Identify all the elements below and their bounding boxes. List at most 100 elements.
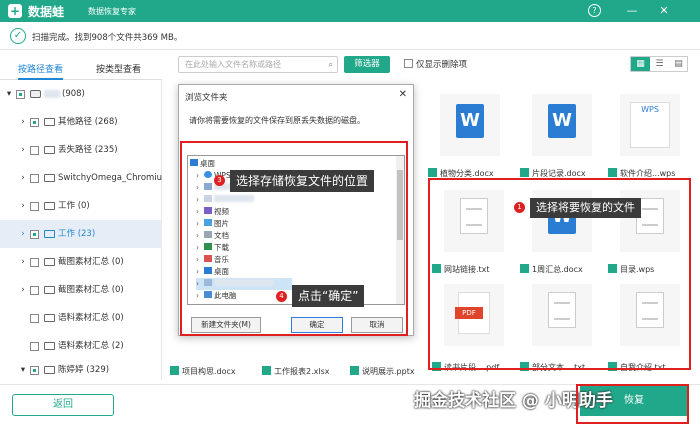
- checkbox-icon[interactable]: [170, 366, 179, 375]
- file-tile[interactable]: W 片段记录.docx: [520, 94, 604, 180]
- checkbox-icon[interactable]: [520, 168, 529, 177]
- checkbox-icon[interactable]: [30, 230, 39, 239]
- tree-item-label: 语料素材汇总 (2): [58, 341, 124, 351]
- file-name-text: 项目构思.docx: [182, 367, 236, 376]
- wps-label: WPS: [641, 105, 659, 114]
- tree-item-switchyomega[interactable]: › SwitchyOmega_Chromium: [0, 164, 162, 192]
- chevron-right-icon[interactable]: ›: [18, 108, 28, 136]
- tree-item-label: 丢失路径 (235): [58, 145, 118, 155]
- scan-status-text: 扫描完成。找到908个文件共369 MB。: [32, 33, 183, 43]
- tree-item-work-0[interactable]: › 工作 (0): [0, 192, 162, 220]
- blurred-drive-name: [44, 90, 60, 98]
- folder-icon: [44, 202, 55, 210]
- help-icon[interactable]: ?: [588, 4, 601, 17]
- folder-icon: [44, 258, 55, 266]
- detail-view-icon[interactable]: ▤: [669, 57, 688, 71]
- annotation-box-recover: [576, 384, 689, 424]
- checkbox-icon[interactable]: [30, 174, 39, 183]
- tree-item-chen[interactable]: ▾ 陈婷婷 (329): [0, 360, 162, 380]
- filter-button[interactable]: 筛选器: [344, 56, 390, 73]
- folder-icon: [44, 230, 55, 238]
- dialog-close-icon[interactable]: ✕: [399, 89, 407, 100]
- callout-step-4: 点击“确定”: [292, 285, 365, 307]
- file-name[interactable]: 工作报表2.xlsx: [262, 366, 330, 377]
- tab-by-type[interactable]: 按类型查看: [96, 62, 141, 75]
- file-name[interactable]: 说明展示.pptx: [350, 366, 415, 377]
- file-name-text: 植物分类.docx: [440, 169, 494, 178]
- chevron-right-icon[interactable]: ›: [18, 192, 28, 220]
- checkbox-icon[interactable]: [608, 168, 617, 177]
- only-deleted-checkbox[interactable]: 仅显示删除项: [404, 58, 467, 70]
- callout-step-1: 选择将要恢复的文件: [530, 198, 641, 218]
- wps-doc-icon: WPS: [630, 102, 670, 148]
- checkbox-icon[interactable]: [30, 118, 39, 127]
- tree-item-label: 语料素材汇总 (0): [58, 313, 124, 323]
- file-name-text: 软件介绍...wps: [620, 169, 676, 178]
- tree-item-screenshots-a[interactable]: › 截图素材汇总 (0): [0, 248, 162, 276]
- only-deleted-label: 仅显示删除项: [416, 60, 468, 70]
- back-button[interactable]: 返回: [12, 394, 114, 416]
- chevron-right-icon[interactable]: ›: [18, 164, 28, 192]
- title-bar: + 数据蛙 数据恢复专家 ? — ✕: [0, 0, 700, 22]
- tree-item-label: 截图素材汇总 (0): [58, 257, 124, 267]
- tree-item-root[interactable]: ▾ (908): [0, 80, 162, 108]
- checkbox-icon[interactable]: [428, 168, 437, 177]
- tree-item-label: 截图素材汇总 (0): [58, 285, 124, 295]
- tree-item-work-23[interactable]: › 工作 (23): [0, 220, 162, 248]
- file-thumbnail: WPS: [620, 94, 680, 156]
- file-tile[interactable]: W 植物分类.docx: [428, 94, 512, 180]
- search-input[interactable]: 在此处输入文件名称或路径 ⌕: [178, 56, 338, 73]
- close-button[interactable]: ✕: [656, 3, 672, 19]
- folder-icon: [44, 314, 55, 322]
- dialog-title: 浏览文件夹: [185, 93, 228, 103]
- checkbox-icon[interactable]: [30, 366, 39, 375]
- checkbox-icon[interactable]: [404, 59, 413, 68]
- chevron-right-icon[interactable]: ›: [18, 136, 28, 164]
- file-name-text: 说明展示.pptx: [362, 367, 415, 376]
- word-icon: W: [548, 104, 576, 138]
- folder-icon: [44, 366, 55, 374]
- checkbox-icon[interactable]: [16, 90, 25, 99]
- minimize-button[interactable]: —: [624, 3, 640, 19]
- chevron-down-icon[interactable]: ▾: [18, 360, 28, 380]
- checkbox-icon[interactable]: [350, 366, 359, 375]
- tree-item-other-paths[interactable]: › 其他路径 (268): [0, 108, 162, 136]
- tree-item-label: 陈婷婷 (329): [58, 365, 110, 375]
- search-icon[interactable]: ⌕: [329, 57, 333, 72]
- step-1-badge: 1: [514, 202, 525, 213]
- checkbox-icon[interactable]: [30, 286, 39, 295]
- search-placeholder: 在此处输入文件名称或路径: [185, 60, 281, 69]
- drive-icon: [30, 90, 41, 98]
- folder-icon: [44, 342, 55, 350]
- file-name-text: 工作报表2.xlsx: [274, 367, 330, 376]
- checkbox-icon[interactable]: [30, 342, 39, 351]
- folder-icon: [44, 286, 55, 294]
- chevron-right-icon[interactable]: ›: [18, 248, 28, 276]
- app-logo-icon: +: [8, 4, 22, 18]
- checkbox-icon[interactable]: [30, 258, 39, 267]
- tree-item-lost-paths[interactable]: › 丢失路径 (235): [0, 136, 162, 164]
- tree-item-label: (908): [62, 89, 85, 99]
- checkbox-icon[interactable]: [30, 202, 39, 211]
- checkbox-icon[interactable]: [30, 314, 39, 323]
- check-circle-icon: ✓: [10, 28, 26, 44]
- chevron-right-icon[interactable]: ›: [18, 220, 28, 248]
- file-name[interactable]: 项目构思.docx: [170, 366, 236, 377]
- folder-tree: ▾ (908) › 其他路径 (268) › 丢失路径 (235) › Swit…: [0, 80, 162, 380]
- view-tabs: 按路径查看 按类型查看: [0, 58, 162, 80]
- checkbox-icon[interactable]: [262, 366, 271, 375]
- checkbox-icon[interactable]: [30, 146, 39, 155]
- chevron-down-icon[interactable]: ▾: [4, 80, 14, 108]
- file-name-text: 片段记录.docx: [532, 169, 586, 178]
- callout-step-3: 选择存储恢复文件的位置: [230, 170, 375, 192]
- list-view-icon[interactable]: ☰: [650, 57, 669, 71]
- tree-item-corpus-a[interactable]: 语料素材汇总 (0): [0, 304, 162, 332]
- file-tile[interactable]: WPS 软件介绍...wps: [608, 94, 692, 180]
- grid-view-icon[interactable]: ▦: [631, 57, 650, 71]
- tree-item-screenshots-b[interactable]: › 截图素材汇总 (0): [0, 276, 162, 304]
- tree-item-corpus-b[interactable]: 语料素材汇总 (2): [0, 332, 162, 360]
- tab-by-path[interactable]: 按路径查看: [18, 62, 64, 80]
- app-name: 数据蛙: [28, 5, 65, 19]
- chevron-right-icon[interactable]: ›: [18, 276, 28, 304]
- folder-icon: [44, 118, 55, 126]
